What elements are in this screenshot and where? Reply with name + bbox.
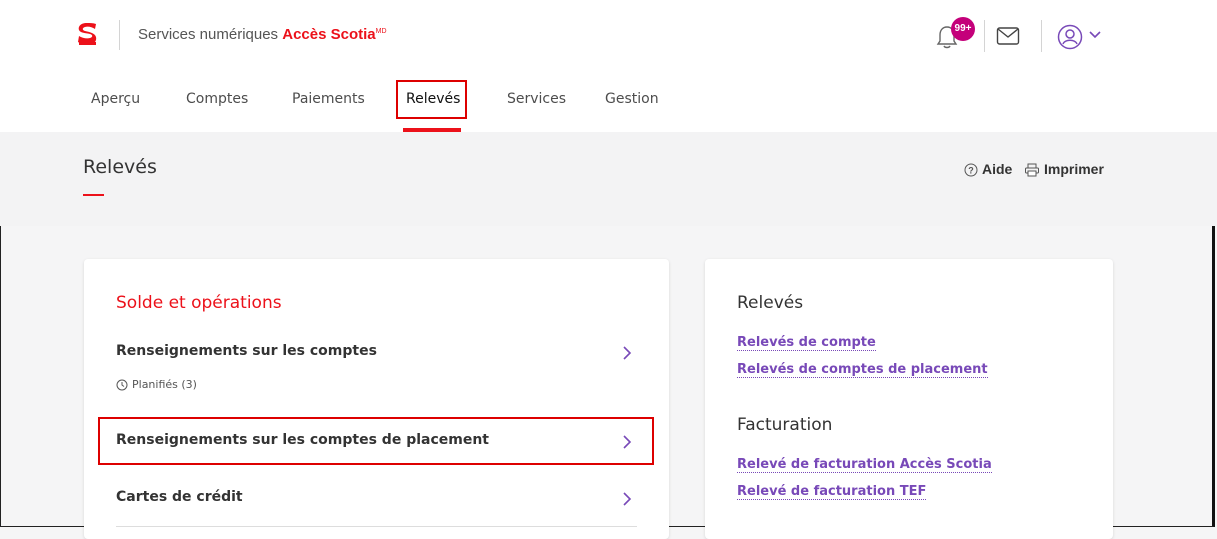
scheduled-label: Planifiés (3)	[116, 378, 197, 391]
brand-divider	[119, 20, 120, 50]
chevron-right-icon[interactable]	[622, 345, 632, 361]
title-underline	[83, 194, 104, 196]
user-icon[interactable]	[1057, 24, 1083, 50]
account-statements-link[interactable]: Relevés de compte	[737, 335, 876, 351]
accounts-info-link[interactable]: Renseignements sur les comptes	[116, 343, 377, 359]
printer-icon	[1025, 163, 1039, 177]
chevron-down-icon[interactable]	[1088, 30, 1102, 40]
notification-badge[interactable]: 99+	[951, 17, 975, 41]
investment-statements-link[interactable]: Relevés de comptes de placement	[737, 362, 988, 378]
brand-name: Accès Scotia	[282, 26, 376, 43]
tab-comptes[interactable]: Comptes	[186, 91, 248, 107]
help-icon: ?	[964, 163, 978, 177]
statements-heading: Relevés	[737, 293, 804, 313]
header-divider	[1041, 20, 1042, 52]
credit-cards-link[interactable]: Cartes de crédit	[116, 489, 243, 505]
scotiabank-logo-icon[interactable]	[76, 22, 98, 46]
help-label: Aide	[982, 161, 1013, 177]
brand-title: Services numériques Accès ScotiaMD	[138, 26, 387, 43]
header-divider	[984, 20, 985, 52]
brand-prefix: Services numériques	[138, 26, 283, 43]
section-title: Solde et opérations	[116, 293, 282, 313]
tab-apercu[interactable]: Aperçu	[91, 91, 140, 107]
eft-billing-link[interactable]: Relevé de facturation TEF	[737, 484, 927, 500]
tab-services[interactable]: Services	[507, 91, 566, 107]
page-title: Relevés	[83, 156, 157, 178]
highlight-box-tab	[396, 80, 467, 119]
scheduled-text: Planifiés (3)	[132, 378, 197, 391]
page-header	[0, 132, 1217, 226]
scotia-billing-link[interactable]: Relevé de facturation Accès Scotia	[737, 457, 992, 473]
chevron-right-icon[interactable]	[622, 491, 632, 507]
mail-icon[interactable]	[996, 26, 1020, 46]
brand-mark: MD	[375, 28, 387, 35]
row-divider	[116, 526, 637, 527]
tab-gestion[interactable]: Gestion	[605, 91, 659, 107]
billing-heading: Facturation	[737, 415, 833, 435]
svg-text:?: ?	[968, 166, 974, 176]
tab-paiements[interactable]: Paiements	[292, 91, 365, 107]
print-label: Imprimer	[1044, 161, 1104, 177]
clock-icon	[116, 379, 128, 391]
highlight-box-row	[98, 417, 654, 465]
help-link[interactable]: ? Aide	[964, 161, 1012, 177]
print-link[interactable]: Imprimer	[1024, 161, 1104, 177]
